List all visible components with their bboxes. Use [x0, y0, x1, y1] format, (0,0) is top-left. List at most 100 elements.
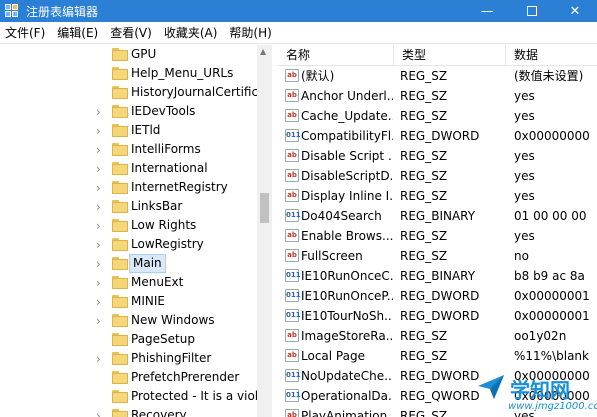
value-row[interactable]: ab Cache_Update... REG_SZ yes [278, 106, 597, 126]
expand-arrow-icon[interactable]: › [96, 273, 106, 292]
value-name: OperationalDa... [301, 389, 393, 403]
folder-icon [112, 409, 128, 417]
folder-icon [112, 314, 128, 327]
folder-icon [112, 200, 128, 213]
tree-item[interactable]: › LowRegistry [0, 235, 257, 254]
expand-arrow-icon[interactable]: › [96, 235, 106, 254]
value-data: 0x00000000 [514, 129, 590, 143]
value-row[interactable]: 011 IE10RunOnceC... REG_BINARY b8 b9 ac 8a [278, 266, 597, 286]
value-name: IE10TourNoSh... [301, 309, 393, 323]
tree-item[interactable]: › PhishingFilter [0, 349, 257, 368]
folder-icon [112, 219, 128, 232]
tree-item[interactable]: PrefetchPrerender [0, 368, 257, 387]
folder-icon [112, 333, 128, 346]
value-row[interactable]: ab Enable Brows... REG_SZ yes [278, 226, 597, 246]
tree-item-label: PhishingFilter [131, 351, 212, 365]
binary-value-icon: 011 [285, 269, 301, 282]
value-type: REG_SZ [400, 69, 448, 83]
menu-edit[interactable]: 编辑(E) [52, 24, 105, 41]
value-type: REG_SZ [400, 249, 448, 263]
tree-item[interactable]: › MINIE [0, 292, 257, 311]
expand-arrow-icon[interactable]: › [96, 178, 106, 197]
tree-item[interactable]: › IntelliForms [0, 140, 257, 159]
tree-item[interactable]: › LinksBar [0, 197, 257, 216]
folder-icon [112, 295, 128, 308]
tree-item-label: Low Rights [131, 218, 197, 232]
value-data: yes [514, 109, 535, 123]
value-name: Disable Script ... [301, 149, 393, 163]
close-button[interactable]: ✕ [553, 0, 597, 22]
folder-icon [112, 48, 128, 61]
tree-item[interactable]: › Main [0, 254, 257, 273]
registry-key-tree[interactable]: GPU Help_Menu_URLs HistoryJournalCertifica… [0, 45, 272, 417]
value-data: %11%\blank [514, 349, 589, 363]
value-row[interactable]: ab Local Page REG_SZ %11%\blank [278, 346, 597, 366]
value-name: FullScreen [301, 249, 363, 263]
binary-value-icon: 011 [285, 209, 301, 222]
tree-item[interactable]: › InternetRegistry [0, 178, 257, 197]
expand-arrow-icon[interactable]: › [96, 197, 106, 216]
minimize-button[interactable]: — [465, 0, 509, 22]
tree-item-label: Main [129, 254, 166, 273]
value-name: Enable Brows... [301, 229, 393, 243]
tree-item[interactable]: › International [0, 159, 257, 178]
value-row[interactable]: ab Disable Script ... REG_SZ yes [278, 146, 597, 166]
expand-arrow-icon[interactable]: › [96, 140, 106, 159]
expand-arrow-icon[interactable]: › [96, 254, 106, 273]
tree-item[interactable]: GPU [0, 45, 257, 64]
registry-editor-icon [5, 4, 19, 18]
menu-file[interactable]: 文件(F) [0, 24, 52, 41]
value-row[interactable]: ab ImageStoreRa... REG_SZ oo1y02n [278, 326, 597, 346]
column-header-name[interactable]: 名称 [278, 45, 394, 66]
value-row[interactable]: ab (默认) REG_SZ (数值未设置) [278, 66, 597, 86]
value-row[interactable]: 011 IE10RunOnceP... REG_DWORD 0x00000001 [278, 286, 597, 306]
value-row[interactable]: 011 Do404Search REG_BINARY 01 00 00 00 [278, 206, 597, 226]
value-data: yes [514, 89, 535, 103]
value-row[interactable]: ab FullScreen REG_SZ no [278, 246, 597, 266]
tree-item[interactable]: PageSetup [0, 330, 257, 349]
scrollbar-thumb[interactable] [260, 193, 269, 223]
expand-arrow-icon[interactable]: › [96, 292, 106, 311]
value-name: NoUpdateChe... [301, 369, 393, 383]
expand-arrow-icon[interactable]: › [96, 121, 106, 140]
expand-arrow-icon[interactable]: › [96, 159, 106, 178]
folder-icon [112, 352, 128, 365]
value-data: yes [514, 229, 535, 243]
value-type: REG_DWORD [400, 129, 480, 143]
tree-item-label: IntelliForms [131, 142, 201, 156]
tree-item[interactable]: HistoryJournalCertifica [0, 83, 265, 102]
tree-item[interactable]: Protected - It is a viola [0, 387, 265, 406]
menu-view[interactable]: 查看(V) [105, 24, 159, 41]
menu-favorites[interactable]: 收藏夹(A) [159, 24, 225, 41]
maximize-button[interactable] [510, 0, 554, 22]
tree-item[interactable]: › IEDevTools [0, 102, 257, 121]
expand-arrow-icon[interactable]: › [96, 349, 106, 368]
value-type: REG_SZ [400, 109, 448, 123]
tree-item[interactable]: › New Windows [0, 311, 257, 330]
string-value-icon: ab [285, 329, 299, 342]
expand-arrow-icon[interactable]: › [96, 102, 106, 121]
tree-item[interactable]: › MenuExt [0, 273, 257, 292]
string-value-icon: ab [285, 169, 299, 182]
value-row[interactable]: ab Display Inline I... REG_SZ yes [278, 186, 597, 206]
menu-help[interactable]: 帮助(H) [224, 24, 278, 41]
folder-icon [112, 181, 128, 194]
expand-arrow-icon[interactable]: › [96, 311, 106, 330]
column-header-data[interactable]: 数据 [506, 45, 597, 66]
value-row[interactable]: 011 IE10TourNoSh... REG_DWORD 0x00000001 [278, 306, 597, 326]
expand-arrow-icon[interactable]: › [96, 216, 106, 235]
tree-scrollbar[interactable]: ▲ [257, 45, 272, 417]
tree-item-label: InternetRegistry [131, 180, 228, 194]
tree-item[interactable]: Help_Menu_URLs [0, 64, 257, 83]
value-name: Display Inline I... [301, 189, 393, 203]
value-row[interactable]: 011 CompatibilityFl... REG_DWORD 0x00000000 [278, 126, 597, 146]
tree-item[interactable]: › Recovery [0, 406, 257, 417]
tree-item[interactable]: › Low Rights [0, 216, 257, 235]
folder-icon [112, 86, 128, 99]
value-row[interactable]: ab DisableScriptD... REG_SZ yes [278, 166, 597, 186]
value-row[interactable]: ab Anchor Underl... REG_SZ yes [278, 86, 597, 106]
expand-arrow-icon[interactable]: › [96, 406, 106, 417]
column-header-type[interactable]: 类型 [394, 45, 506, 66]
tree-item[interactable]: › IETld [0, 121, 257, 140]
scroll-up-icon[interactable]: ▲ [260, 47, 266, 56]
